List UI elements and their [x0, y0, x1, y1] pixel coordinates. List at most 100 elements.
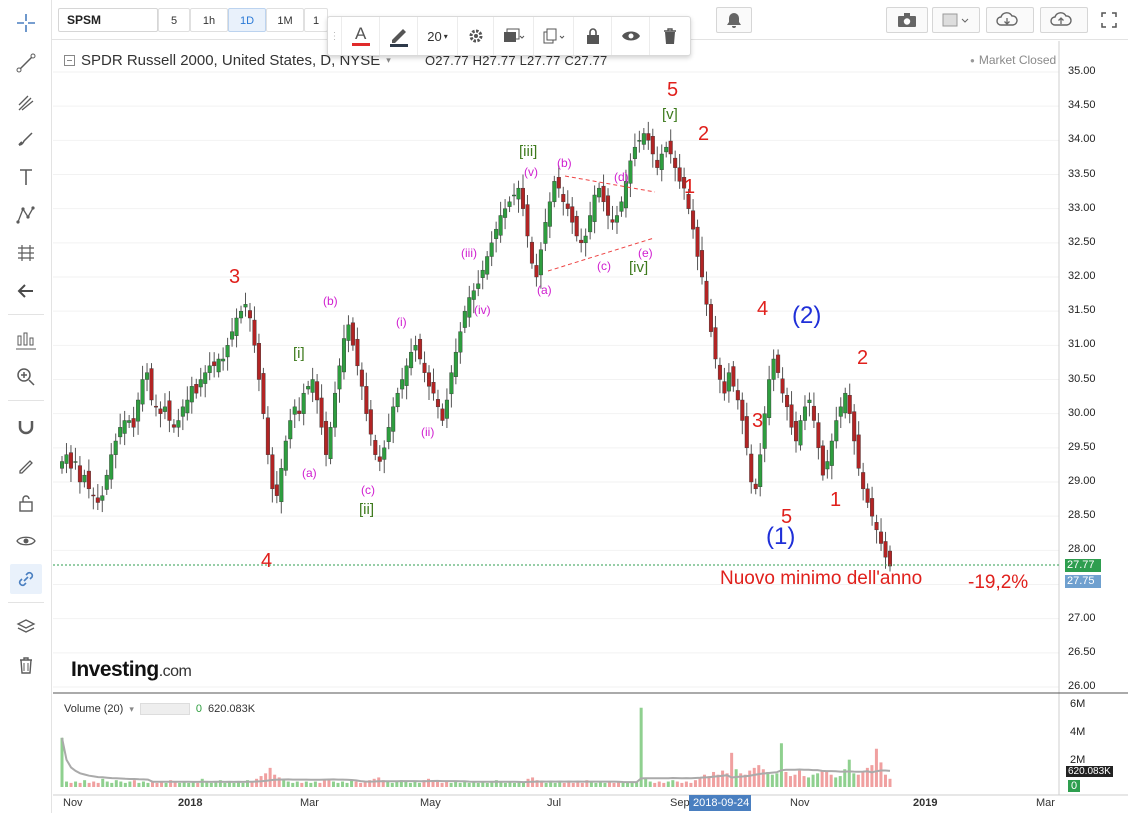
volume-bar: [784, 771, 788, 787]
candle-body: [525, 204, 530, 237]
volume-bar: [92, 781, 96, 787]
pattern-icon[interactable]: [10, 200, 42, 230]
candle-body: [301, 392, 306, 414]
clone-icon[interactable]: [534, 17, 574, 55]
wave-label-red: 1: [830, 489, 842, 511]
delete-drawing-trash-icon[interactable]: [650, 17, 690, 55]
candle-body: [386, 427, 391, 442]
volume-bar: [752, 767, 756, 787]
hide-drawing-eye-icon[interactable]: [612, 17, 650, 55]
price-axis-label: 27.00: [1068, 611, 1096, 624]
volume-bar: [146, 782, 150, 787]
volume-bar: [304, 781, 308, 787]
stay-in-drawing-icon[interactable]: [10, 450, 42, 480]
volume-bar: [698, 777, 702, 787]
drag-handle-icon[interactable]: ⋮: [328, 17, 342, 55]
brush-icon[interactable]: [10, 124, 42, 154]
timeframe-1m-button[interactable]: 1M: [266, 8, 304, 32]
candle-body: [713, 327, 718, 360]
candle-body: [579, 239, 584, 244]
volume-bar: [829, 774, 833, 787]
candle-body: [162, 406, 167, 412]
volume-bar: [132, 780, 136, 787]
candle-body: [319, 397, 324, 428]
volume-bar: [861, 771, 865, 787]
fullscreen-icon[interactable]: [1094, 7, 1124, 33]
candle-body: [391, 406, 396, 432]
candle-body: [811, 405, 816, 421]
cloud-download-icon[interactable]: [986, 7, 1034, 33]
timeframe-1d-button[interactable]: 1D: [228, 8, 266, 32]
price-axis-label: 31.00: [1068, 338, 1096, 351]
volume-bar: [449, 782, 453, 787]
volume-bar: [671, 780, 675, 787]
symbol-search-input[interactable]: SPSM: [58, 8, 158, 32]
trash-icon[interactable]: [10, 650, 42, 680]
volume-bar: [313, 781, 317, 787]
candle-body: [221, 358, 226, 362]
link-icon[interactable]: [10, 564, 42, 594]
timeframe-5m-button[interactable]: 5: [158, 8, 190, 32]
candle-body: [265, 417, 270, 455]
wave-label-green: [i]: [293, 345, 305, 362]
candle-body: [404, 365, 409, 386]
volume-bar: [820, 770, 824, 787]
layers-icon[interactable]: [10, 612, 42, 642]
magnet-icon[interactable]: [10, 412, 42, 442]
candle-body: [68, 452, 73, 469]
candle-body: [552, 181, 557, 203]
candle-body: [252, 319, 257, 346]
trendline-icon[interactable]: [10, 48, 42, 78]
volume-bar: [512, 782, 516, 787]
collapse-legend-icon[interactable]: [64, 55, 75, 66]
candle-body: [418, 338, 423, 360]
chart-type-icon[interactable]: [10, 326, 42, 356]
font-size-select[interactable]: 20 ▾: [418, 17, 458, 55]
price-axis-label: 30.50: [1068, 372, 1096, 385]
crosshair-icon[interactable]: [10, 8, 42, 38]
volume-bar: [359, 782, 363, 787]
alert-icon[interactable]: [716, 7, 752, 33]
text-tool-icon[interactable]: [10, 162, 42, 192]
prediction-tools-icon[interactable]: [10, 238, 42, 268]
volume-bar: [413, 781, 417, 787]
candle-body: [668, 140, 673, 155]
candle-body: [256, 343, 261, 380]
volume-bar: [775, 773, 779, 787]
eye-icon[interactable]: [10, 526, 42, 556]
zoom-in-icon[interactable]: [10, 362, 42, 392]
volume-bar: [621, 782, 625, 787]
visibility-intervals-icon[interactable]: [494, 17, 534, 55]
candle-body: [440, 408, 445, 421]
candle-body: [180, 406, 185, 417]
lock-icon[interactable]: [10, 488, 42, 518]
camera-icon[interactable]: [886, 7, 928, 33]
cloud-upload-icon[interactable]: [1040, 7, 1088, 33]
pencil-color-icon[interactable]: [380, 17, 418, 55]
volume-settings-icons[interactable]: [139, 703, 190, 715]
timeframe-more-button[interactable]: 1: [304, 8, 328, 32]
volume-bar: [757, 765, 761, 787]
chevron-down-icon[interactable]: ▾: [386, 55, 391, 66]
candle-body: [328, 427, 333, 459]
arrow-left-icon[interactable]: [10, 276, 42, 306]
timeframe-1h-button[interactable]: 1h: [190, 8, 228, 32]
candle-body: [73, 461, 78, 463]
lock-drawing-icon[interactable]: [574, 17, 612, 55]
candle-body: [476, 283, 481, 289]
candle-body: [717, 364, 722, 380]
candle-body: [350, 322, 355, 346]
divider: [8, 400, 44, 401]
settings-gear-icon[interactable]: [458, 17, 494, 55]
price-chart[interactable]: [53, 41, 1128, 813]
candle-body: [82, 474, 87, 483]
chevron-down-icon[interactable]: ▾: [129, 704, 134, 715]
text-color-button[interactable]: A: [342, 17, 380, 55]
pitchfork-icon[interactable]: [10, 88, 42, 118]
candle-body: [158, 408, 163, 414]
wave-label-red: 3: [752, 410, 764, 432]
candle-body: [870, 498, 875, 517]
template-select-button[interactable]: [932, 7, 980, 33]
candle-body: [239, 310, 244, 319]
candle-body: [431, 382, 436, 394]
